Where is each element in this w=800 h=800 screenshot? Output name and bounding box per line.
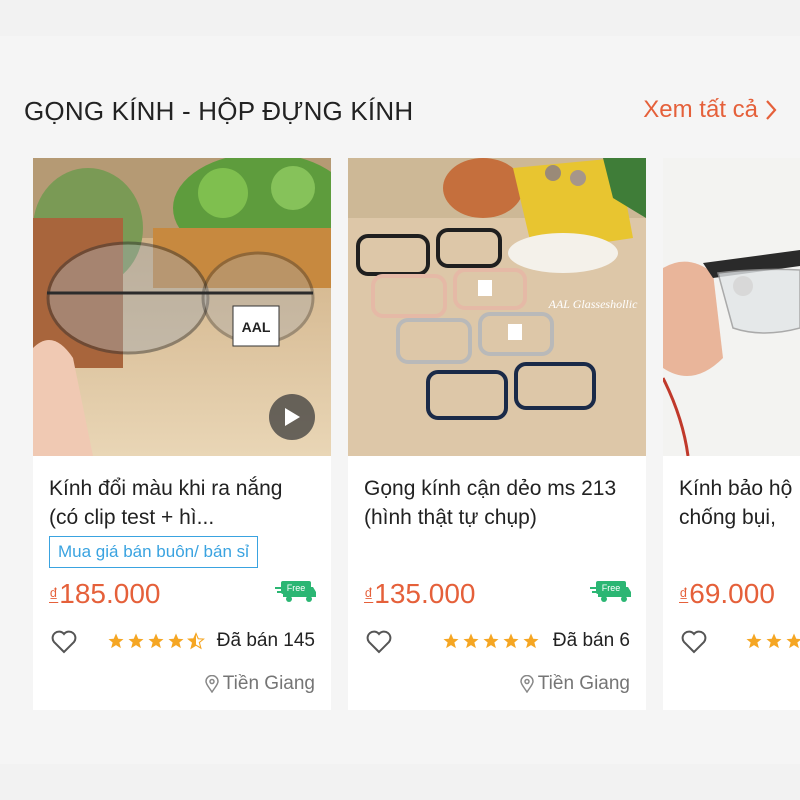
star-icon — [148, 633, 164, 649]
product-image: AAL Glasseshollic — [348, 158, 646, 456]
price-value: 185.000 — [59, 578, 161, 609]
free-shipping-icon: Free — [275, 579, 317, 608]
play-video-button[interactable] — [269, 394, 315, 440]
svg-text:Free: Free — [602, 583, 621, 593]
location: Tiền Giang — [204, 673, 315, 695]
currency-symbol: ₫ — [49, 585, 59, 605]
product-name[interactable]: Kính đổi màu khi ra nắng (có clip test +… — [49, 474, 317, 532]
svg-text:Free: Free — [287, 583, 306, 593]
star-rating — [745, 632, 800, 650]
see-all-link[interactable]: Xem tất cả — [643, 96, 778, 124]
star-icon — [463, 633, 479, 649]
star-icon — [503, 633, 519, 649]
star-icon — [483, 633, 499, 649]
star-rating — [107, 632, 205, 650]
heart-icon[interactable] — [51, 630, 77, 659]
heart-icon[interactable] — [366, 630, 392, 659]
location-label: Tiền Giang — [222, 673, 315, 694]
product-card[interactable]: AAL Kính đổi màu khi ra nắng (có clip te… — [33, 158, 331, 710]
image-watermark: AAL Glasseshollic — [548, 297, 638, 311]
star-icon — [168, 633, 184, 649]
product-card[interactable]: Kính bảo hộ chống bụi, ₫69.000 — [663, 158, 800, 710]
location-label: Tiền Giang — [537, 673, 630, 694]
product-price: ₫135.000 — [364, 578, 475, 610]
star-icon — [523, 633, 539, 649]
free-shipping-icon: Free — [590, 579, 632, 608]
price-value: 135.000 — [374, 578, 476, 609]
star-icon — [108, 633, 124, 649]
image-watermark: AAL — [242, 319, 271, 335]
product-image: AAL — [33, 158, 331, 456]
currency-symbol: ₫ — [679, 585, 689, 605]
half-star-icon — [187, 632, 205, 650]
play-icon — [285, 408, 300, 426]
location: Tiền Giang — [519, 673, 630, 695]
currency-symbol: ₫ — [364, 585, 374, 605]
product-image — [663, 158, 800, 456]
price-value: 69.000 — [689, 578, 775, 609]
wholesale-badge: Mua giá bán buôn/ bán sỉ — [49, 536, 258, 568]
product-card[interactable]: AAL Glasseshollic Gọng kính cận dẻo ms 2… — [348, 158, 646, 710]
star-icon — [786, 633, 800, 649]
see-all-label: Xem tất cả — [643, 96, 758, 123]
star-icon — [128, 633, 144, 649]
sold-count: Đã bán 145 — [216, 630, 315, 651]
chevron-right-icon — [764, 98, 778, 122]
heart-icon[interactable] — [681, 630, 707, 659]
star-icon — [746, 633, 762, 649]
product-price: ₫69.000 — [679, 578, 775, 610]
product-price: ₫185.000 — [49, 578, 160, 610]
star-rating — [442, 632, 540, 650]
location-pin-icon — [204, 675, 219, 693]
product-name[interactable]: Kính bảo hộ chống bụi, — [679, 474, 800, 532]
star-icon — [443, 633, 459, 649]
product-name[interactable]: Gọng kính cận dẻo ms 213 (hình thật tự c… — [364, 474, 632, 532]
section-title: GỌNG KÍNH - HỘP ĐỰNG KÍNH — [24, 96, 414, 126]
star-icon — [766, 633, 782, 649]
location-pin-icon — [519, 675, 534, 693]
sold-count: Đã bán 6 — [552, 630, 630, 651]
